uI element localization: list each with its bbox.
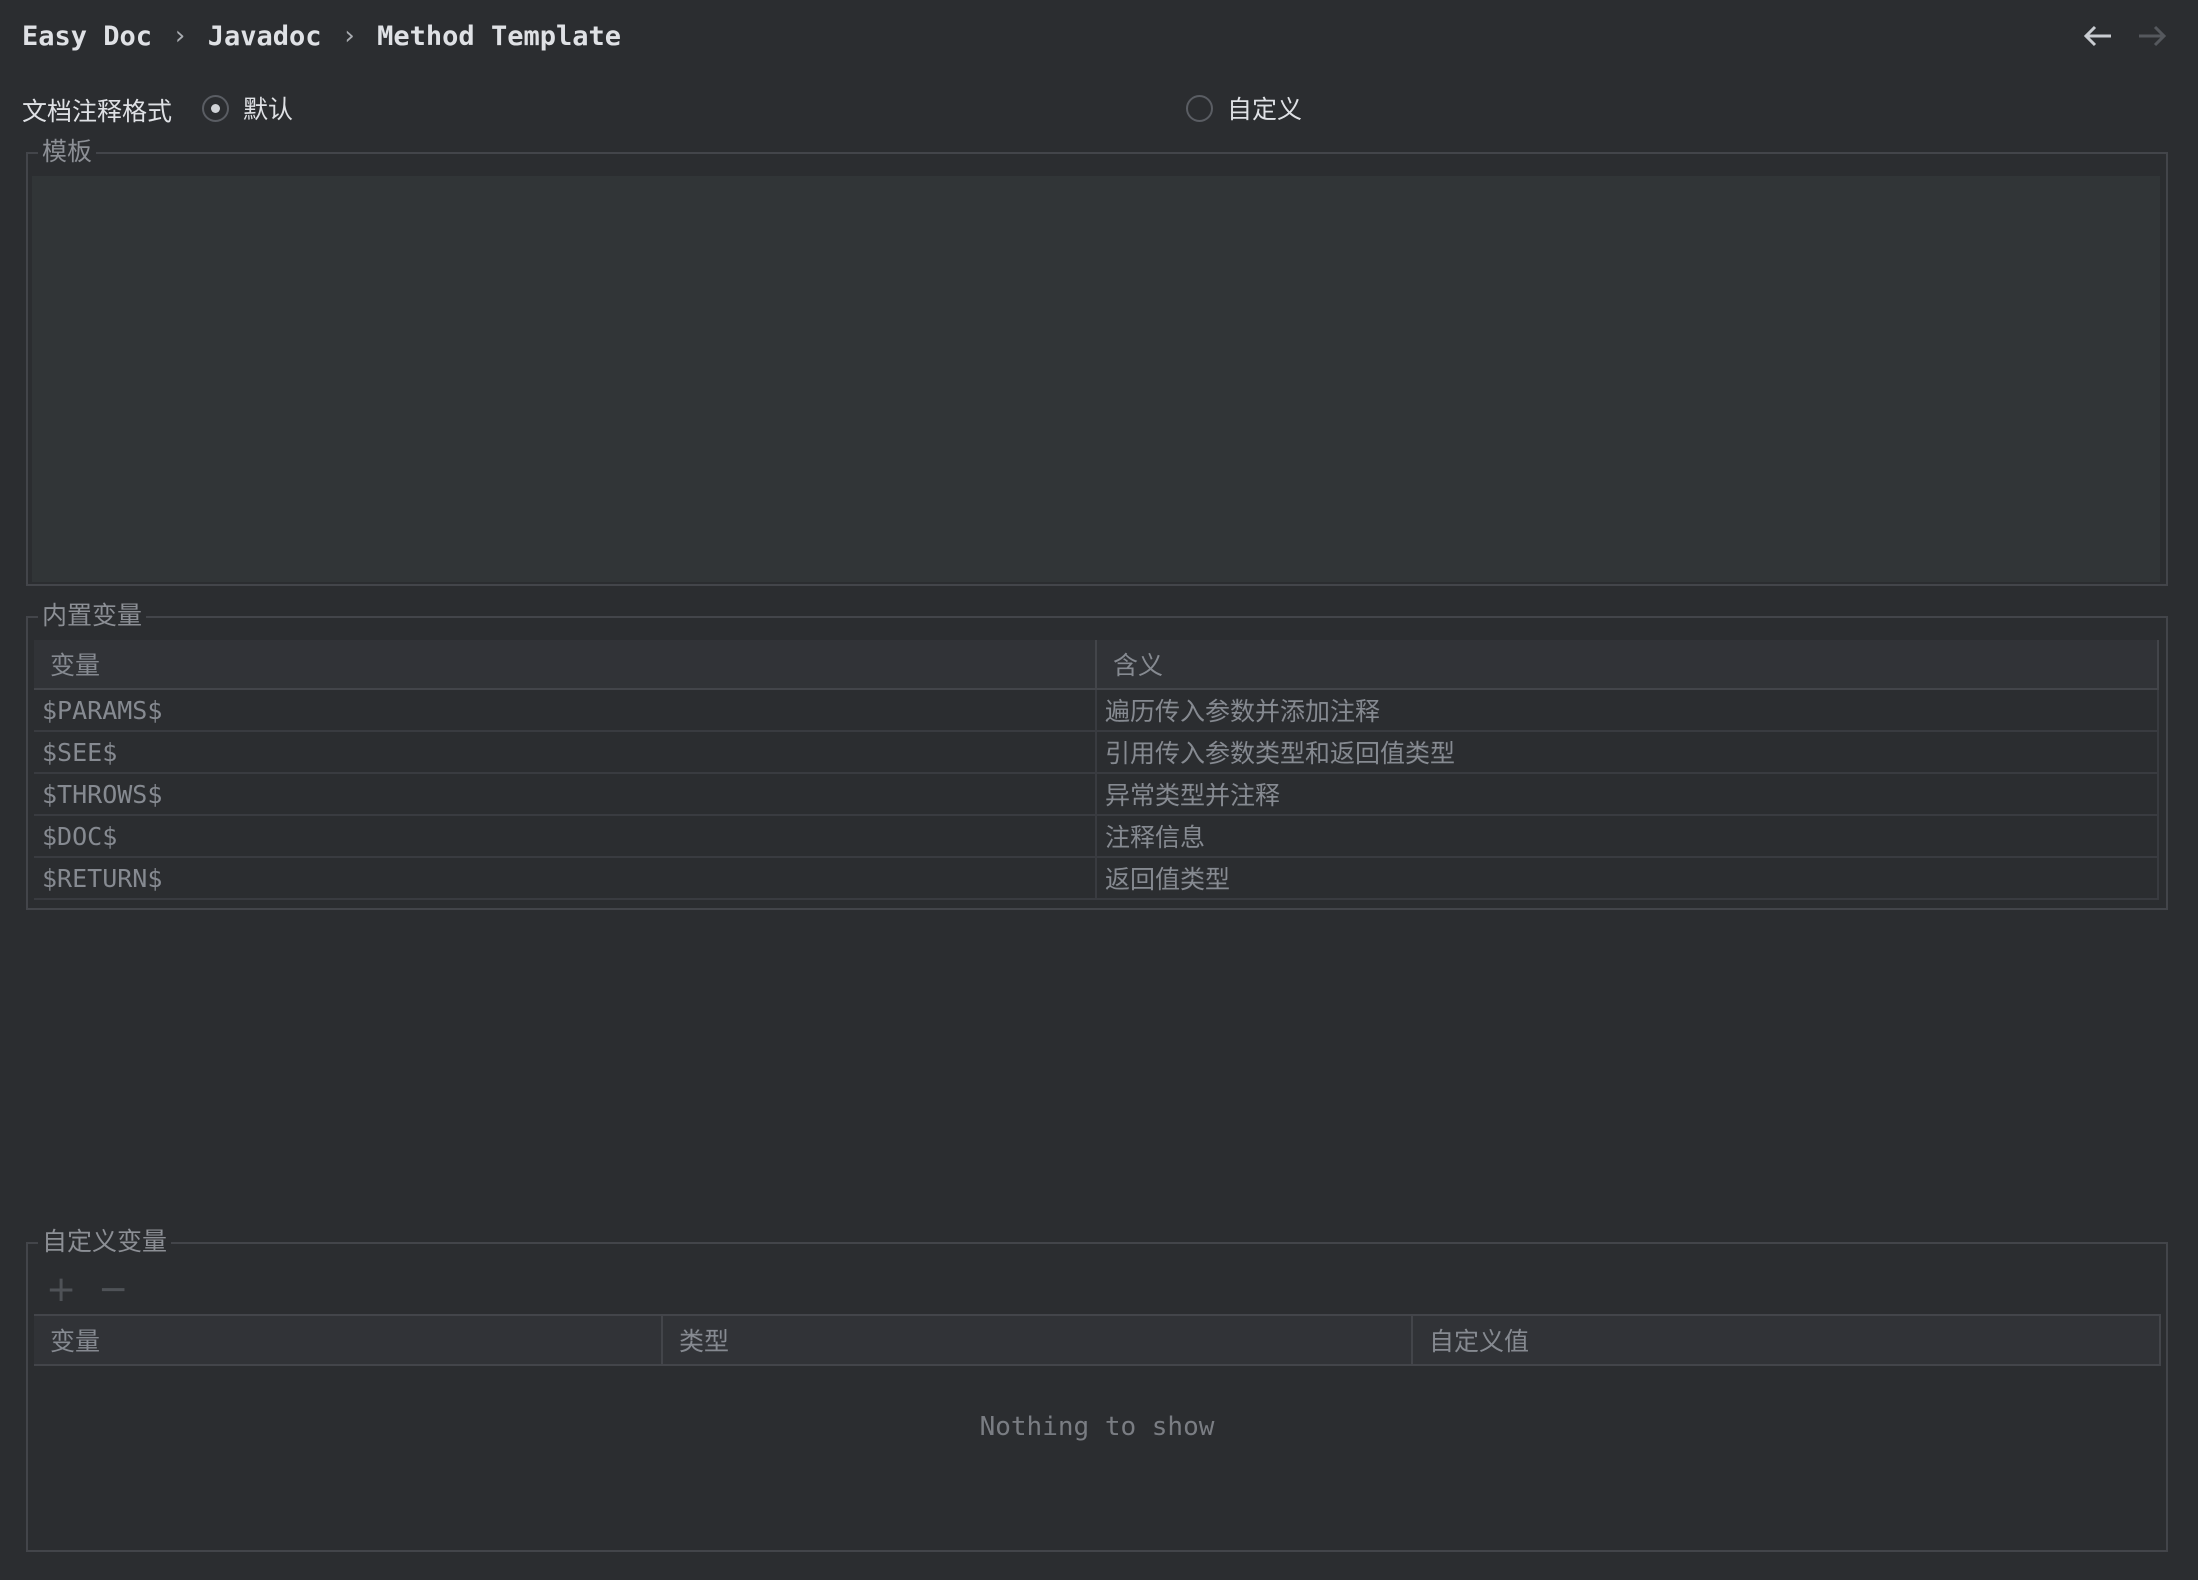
column-header-custom-value[interactable]: 自定义值 xyxy=(1412,1314,2161,1366)
doc-comment-format-row: 文档注释格式 默认 自定义 xyxy=(22,88,2182,128)
table-row[interactable]: $THROWS$ 异常类型并注释 xyxy=(34,773,2159,816)
navigation-arrows xyxy=(2082,16,2168,56)
doc-comment-format-label: 文档注释格式 xyxy=(22,97,173,126)
empty-state-text: Nothing to show xyxy=(979,1412,1215,1442)
variable-cell: $THROWS$ xyxy=(34,773,1097,816)
settings-page: Easy Doc › Javadoc › Method Template 文档注… xyxy=(0,0,2198,1580)
template-group-title: 模板 xyxy=(38,137,97,167)
breadcrumb-item-method-template: Method Template xyxy=(377,20,621,52)
variable-cell: $RETURN$ xyxy=(34,857,1097,900)
column-header-type[interactable]: 类型 xyxy=(662,1314,1413,1366)
radio-default-label: 默认 xyxy=(243,95,294,124)
column-header-variable[interactable]: 变量 xyxy=(34,1314,663,1366)
meaning-cell: 异常类型并注释 xyxy=(1096,773,2159,816)
builtin-variables-table: 变量 含义 $PARAMS$ 遍历传入参数并添加注释 $SEE$ 引用传入参数类… xyxy=(34,640,2159,900)
variable-cell: $PARAMS$ xyxy=(34,689,1097,732)
variable-cell: $SEE$ xyxy=(34,731,1097,774)
column-header-variable[interactable]: 变量 xyxy=(34,640,1097,690)
meaning-cell: 引用传入参数类型和返回值类型 xyxy=(1096,731,2159,774)
table-header-row: 变量 含义 xyxy=(34,640,2159,690)
breadcrumb-item-easy-doc[interactable]: Easy Doc xyxy=(22,21,152,52)
table-row[interactable]: $RETURN$ 返回值类型 xyxy=(34,857,2159,900)
arrow-left-icon xyxy=(2083,25,2111,47)
meaning-cell: 遍历传入参数并添加注释 xyxy=(1096,689,2159,732)
custom-variables-group: 自定义变量 xyxy=(26,1227,2168,1552)
back-button[interactable] xyxy=(2082,16,2114,56)
meaning-cell: 注释信息 xyxy=(1096,815,2159,858)
radio-custom[interactable]: 自定义 xyxy=(1186,90,1302,126)
builtin-variables-group-title: 内置变量 xyxy=(38,601,147,631)
radio-default[interactable]: 默认 xyxy=(202,90,293,126)
breadcrumb-separator: › xyxy=(341,21,358,51)
custom-variables-toolbar: + − xyxy=(46,1272,128,1308)
table-row[interactable]: $PARAMS$ 遍历传入参数并添加注释 xyxy=(34,689,2159,732)
breadcrumb-item-javadoc[interactable]: Javadoc xyxy=(208,21,322,52)
breadcrumb: Easy Doc › Javadoc › Method Template xyxy=(22,18,621,54)
add-icon[interactable]: + xyxy=(46,1272,76,1308)
arrow-right-icon xyxy=(2139,25,2167,47)
table-row[interactable]: $SEE$ 引用传入参数类型和返回值类型 xyxy=(34,731,2159,774)
breadcrumb-separator: › xyxy=(172,21,188,51)
table-row[interactable]: $DOC$ 注释信息 xyxy=(34,815,2159,858)
table-header-row: 变量 类型 自定义值 xyxy=(34,1314,2161,1366)
meaning-cell: 返回值类型 xyxy=(1096,857,2159,900)
remove-icon[interactable]: − xyxy=(98,1272,128,1308)
radio-checked-icon xyxy=(202,94,229,122)
column-header-meaning[interactable]: 含义 xyxy=(1096,640,2159,690)
custom-variables-group-title: 自定义变量 xyxy=(38,1227,172,1257)
custom-variables-table: 变量 类型 自定义值 xyxy=(34,1314,2161,1366)
radio-unchecked-icon xyxy=(1186,94,1213,122)
forward-button[interactable] xyxy=(2136,16,2168,56)
radio-custom-label: 自定义 xyxy=(1227,95,1303,124)
variable-cell: $DOC$ xyxy=(34,815,1097,858)
template-editor[interactable] xyxy=(32,176,2160,582)
